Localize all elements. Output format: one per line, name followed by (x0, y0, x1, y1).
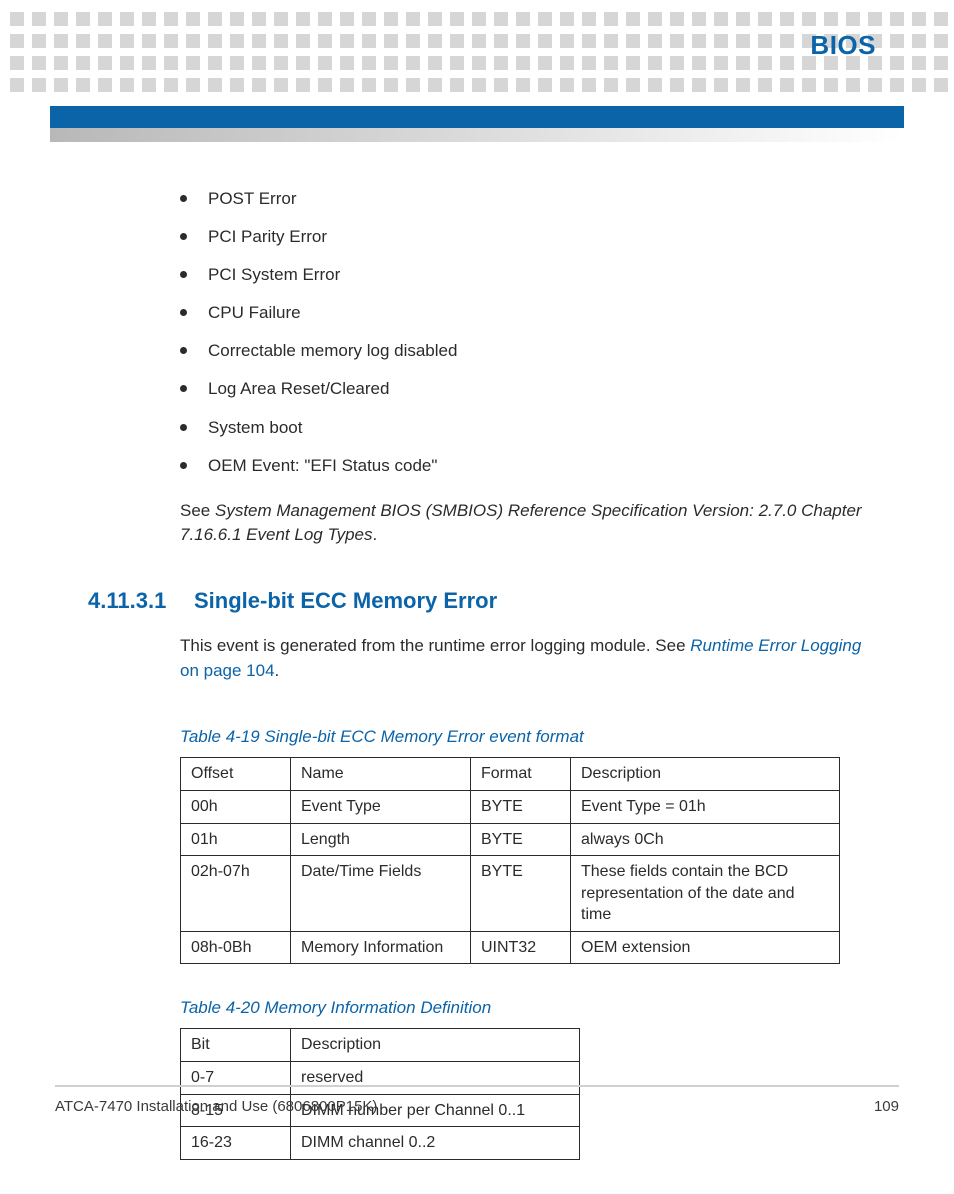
list-item: Correctable memory log disabled (180, 340, 868, 362)
list-item: PCI System Error (180, 264, 868, 286)
table-cell: OEM extension (571, 931, 840, 964)
table-row: 02h-07h Date/Time Fields BYTE These fiel… (181, 856, 840, 932)
section-title: Single-bit ECC Memory Error (194, 588, 497, 614)
table-cell: reserved (291, 1062, 580, 1095)
table-header: Bit (181, 1029, 291, 1062)
section-heading: 4.11.3.1 Single-bit ECC Memory Error (180, 588, 868, 614)
para-text-b: . (275, 661, 280, 680)
header-grey-gradient (50, 128, 904, 142)
table-header: Description (571, 758, 840, 791)
table-header-row: Offset Name Format Description (181, 758, 840, 791)
table-caption: Table 4-20 Memory Information Definition (180, 998, 868, 1018)
table-header: Offset (181, 758, 291, 791)
page-content: POST Error PCI Parity Error PCI System E… (180, 188, 868, 1194)
table-cell: Length (291, 823, 471, 856)
table-cell: 02h-07h (181, 856, 291, 932)
see-prefix: See (180, 501, 215, 520)
see-suffix: . (372, 525, 377, 544)
list-item: PCI Parity Error (180, 226, 868, 248)
table-memory-info-definition: Bit Description 0-7 reserved 8-15 DIMM n… (180, 1028, 580, 1159)
table-cell: Memory Information (291, 931, 471, 964)
table-cell: Event Type = 01h (571, 790, 840, 823)
table-cell: These fields contain the BCD representat… (571, 856, 840, 932)
table-cell: 01h (181, 823, 291, 856)
table-cell: 0-7 (181, 1062, 291, 1095)
page-footer: ATCA-7470 Installation and Use (6806800P… (55, 1098, 899, 1115)
list-item: System boot (180, 417, 868, 439)
table-cell: Event Type (291, 790, 471, 823)
table-cell: 00h (181, 790, 291, 823)
table-cell: always 0Ch (571, 823, 840, 856)
chapter-title: BIOS (810, 30, 876, 61)
see-reference: See System Management BIOS (SMBIOS) Refe… (180, 499, 868, 548)
footer-doc-title: ATCA-7470 Installation and Use (6806800P… (55, 1098, 377, 1115)
table-row: 01h Length BYTE always 0Ch (181, 823, 840, 856)
table-cell: BYTE (471, 856, 571, 932)
table-header: Name (291, 758, 471, 791)
footer-divider (55, 1085, 899, 1087)
runtime-error-logging-link[interactable]: Runtime Error Logging (690, 636, 861, 655)
list-item: CPU Failure (180, 302, 868, 324)
table-header: Description (291, 1029, 580, 1062)
table-row: 08h-0Bh Memory Information UINT32 OEM ex… (181, 931, 840, 964)
table-row: 16-23 DIMM channel 0..2 (181, 1127, 580, 1160)
table-row: 0-7 reserved (181, 1062, 580, 1095)
header-blue-bar (50, 106, 904, 128)
list-item: POST Error (180, 188, 868, 210)
table-cell: DIMM channel 0..2 (291, 1127, 580, 1160)
footer-page-number: 109 (874, 1098, 899, 1115)
event-type-list: POST Error PCI Parity Error PCI System E… (180, 188, 868, 477)
table-cell: BYTE (471, 823, 571, 856)
table-cell: BYTE (471, 790, 571, 823)
section-number: 4.11.3.1 (88, 588, 180, 614)
table-ecc-event-format: Offset Name Format Description 00h Event… (180, 757, 840, 964)
table-caption: Table 4-19 Single-bit ECC Memory Error e… (180, 727, 868, 747)
list-item: OEM Event: "EFI Status code" (180, 455, 868, 477)
table-cell: UINT32 (471, 931, 571, 964)
para-text-a: This event is generated from the runtime… (180, 636, 690, 655)
table-header: Format (471, 758, 571, 791)
table-header-row: Bit Description (181, 1029, 580, 1062)
table-cell: 08h-0Bh (181, 931, 291, 964)
section-paragraph: This event is generated from the runtime… (180, 634, 868, 683)
table-cell: 16-23 (181, 1127, 291, 1160)
table-row: 00h Event Type BYTE Event Type = 01h (181, 790, 840, 823)
see-doc-title: System Management BIOS (SMBIOS) Referenc… (180, 501, 862, 545)
list-item: Log Area Reset/Cleared (180, 378, 868, 400)
table-cell: Date/Time Fields (291, 856, 471, 932)
link-page-ref[interactable]: on page 104 (180, 661, 275, 680)
